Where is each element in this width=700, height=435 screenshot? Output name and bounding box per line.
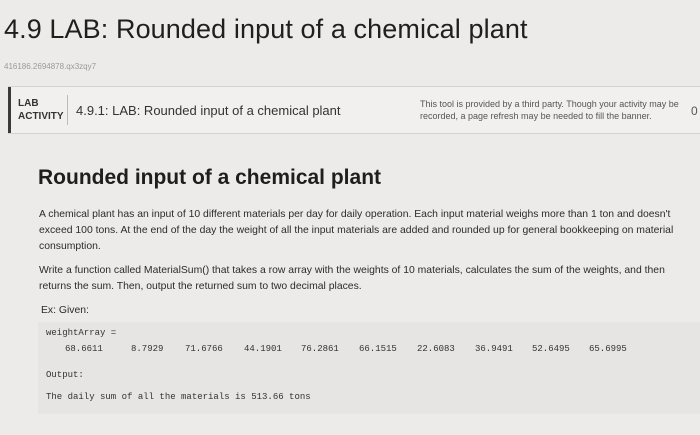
lab-tag-line2: ACTIVITY: [18, 111, 64, 122]
array-declaration: weightArray =: [46, 328, 117, 338]
problem-description: A chemical plant has an input of 10 diff…: [39, 209, 674, 252]
lab-content: Rounded input of a chemical plant A chem…: [0, 133, 700, 435]
third-party-note: This tool is provided by a third party. …: [420, 99, 679, 121]
output-label: Output:: [46, 370, 84, 380]
weight-value: 71.6766: [185, 344, 223, 354]
lab-tag-line1: LAB: [18, 98, 39, 109]
page-title: 4.9 LAB: Rounded input of a chemical pla…: [4, 14, 528, 44]
output-text: The daily sum of all the materials is 51…: [46, 392, 311, 402]
lab-activity-banner: LAB ACTIVITY 4.9.1: LAB: Rounded input o…: [8, 86, 700, 134]
weight-value: 76.2861: [301, 344, 339, 354]
section-heading: Rounded input of a chemical plant: [38, 166, 382, 189]
weight-value: 52.6495: [532, 344, 570, 354]
example-label: Ex: Given:: [41, 305, 89, 316]
weight-value: 66.1515: [359, 344, 397, 354]
weight-value: 65.6995: [589, 344, 627, 354]
weight-value: 44.1901: [244, 344, 282, 354]
example-code-block: weightArray = 68.6611 8.7929 71.6766 44.…: [38, 322, 700, 414]
lab-score: 0: [691, 104, 698, 118]
weight-value: 8.7929: [131, 344, 164, 354]
banner-divider: [67, 95, 68, 125]
banner-accent-bar: [8, 87, 11, 133]
weight-value: 22.6083: [417, 344, 455, 354]
weight-value: 36.9491: [475, 344, 513, 354]
weight-values-row: 68.6611 8.7929 71.6766 44.1901 76.2861 6…: [38, 344, 700, 358]
weight-value: 68.6611: [65, 344, 103, 354]
lab-activity-name: 4.9.1: LAB: Rounded input of a chemical …: [76, 103, 341, 118]
task-description: Write a function called MaterialSum() th…: [39, 265, 665, 292]
page-id-text: 416186.2694878.qx3zqy7: [4, 62, 97, 71]
lab-activity-tag: LAB ACTIVITY: [18, 97, 64, 123]
